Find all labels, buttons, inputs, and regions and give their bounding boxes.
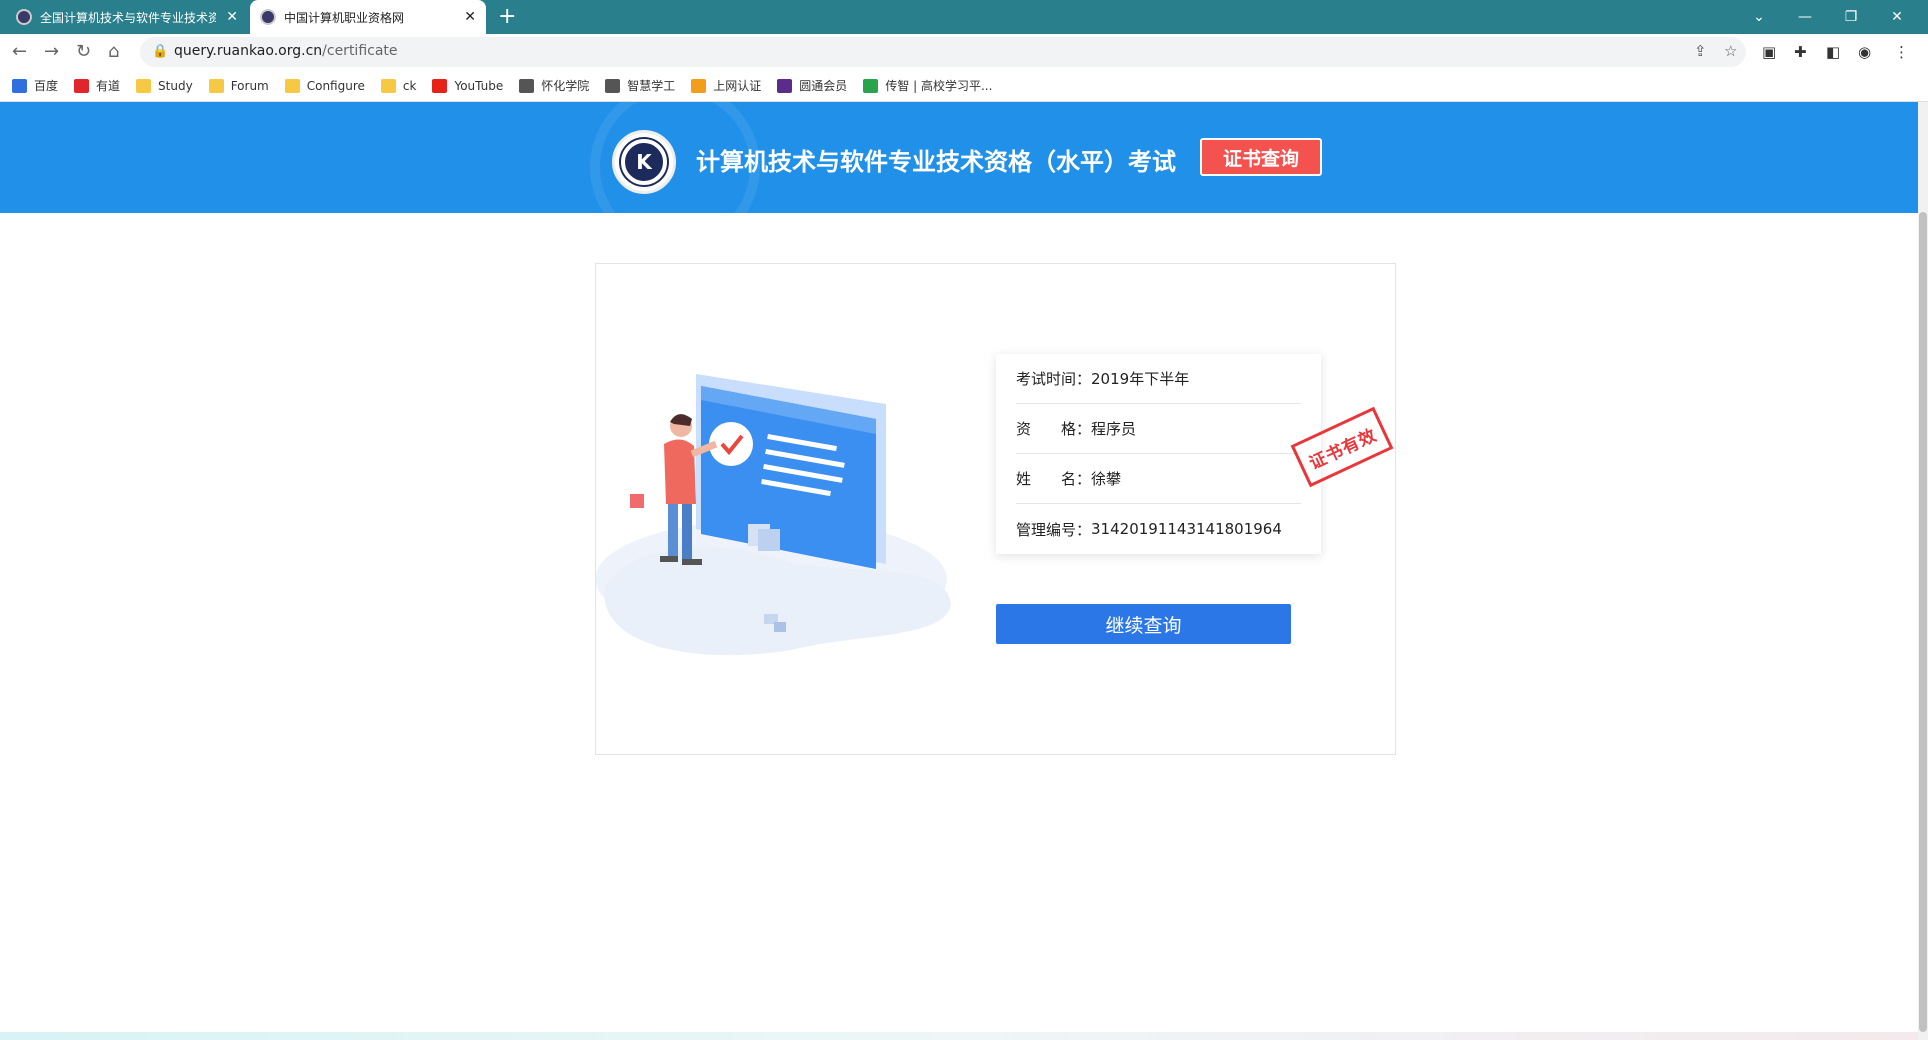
continue-query-button[interactable]: 继续查询 bbox=[996, 604, 1291, 644]
minimize-button[interactable]: — bbox=[1782, 0, 1828, 34]
management-no-value: 31420191143141801964 bbox=[1091, 520, 1282, 538]
site-header: K 计算机技术与软件专业技术资格（水平）考试 证书查询 bbox=[0, 102, 1918, 213]
certificate-result-card: 考试时间： 2019年下半年 资 格： 程序员 姓 名： 徐攀 管理编号： 314201… bbox=[595, 263, 1396, 755]
bookmark-label: 怀化学院 bbox=[541, 79, 590, 93]
bookmark-label: 智慧学工 bbox=[627, 79, 676, 93]
bookmark-label: 有道 bbox=[96, 79, 121, 93]
bookmark-item[interactable]: YouTube bbox=[432, 78, 504, 93]
tab-title: 中国计算机职业资格网 bbox=[284, 10, 405, 25]
url-path: /certificate bbox=[322, 43, 398, 59]
close-tab-icon[interactable]: ✕ bbox=[464, 9, 476, 25]
bottom-gradient-bar bbox=[0, 1032, 1918, 1040]
scrollbar-thumb[interactable] bbox=[1919, 212, 1927, 1032]
bookmark-item[interactable]: 圆通会员 bbox=[777, 77, 847, 94]
bookmark-label: 圆通会员 bbox=[799, 79, 848, 93]
home-icon[interactable]: ⌂ bbox=[108, 42, 119, 62]
bookmark-icon bbox=[777, 78, 793, 93]
person-screen-illustration bbox=[596, 374, 951, 656]
bookmark-item[interactable]: ck bbox=[380, 78, 417, 93]
share-icon[interactable]: ⇪ bbox=[1694, 42, 1707, 60]
puzzle-icon[interactable]: ✚ bbox=[1794, 43, 1807, 61]
reload-icon[interactable]: ↻ bbox=[76, 42, 91, 62]
profile-avatar[interactable]: ◉ bbox=[1858, 43, 1871, 61]
bookmark-icon bbox=[691, 78, 707, 93]
site-favicon-icon bbox=[16, 9, 32, 25]
bookmark-label: Forum bbox=[230, 78, 269, 93]
bookmark-label: Configure bbox=[306, 78, 365, 93]
url-text: query.ruankao.org.cn/certificate bbox=[174, 43, 398, 59]
bookmark-label: YouTube bbox=[454, 78, 504, 93]
bookmark-icon bbox=[284, 78, 300, 93]
bookmarks-bar: 百度 有道 Study Forum Configure ck YouTube 怀化学院 智慧学工… bbox=[0, 70, 1928, 102]
bookmark-icon bbox=[136, 78, 152, 93]
back-icon[interactable]: ← bbox=[12, 42, 27, 62]
site-title: 计算机技术与软件专业技术资格（水平）考试 bbox=[696, 148, 1176, 176]
tab-active[interactable]: 中国计算机职业资格网 ✕ bbox=[250, 0, 486, 34]
bookmark-item[interactable]: 上网认证 bbox=[691, 77, 761, 94]
bookmark-item[interactable]: 怀化学院 bbox=[519, 77, 589, 94]
bookmark-label: ck bbox=[402, 78, 417, 93]
bookmark-label: 传智 | 高校学习平... bbox=[885, 79, 993, 93]
bookmark-item[interactable]: Study bbox=[136, 78, 193, 93]
lock-icon[interactable]: 🔒 bbox=[152, 44, 168, 59]
bookmark-item[interactable]: Configure bbox=[284, 78, 365, 93]
qualification-value: 程序员 bbox=[1091, 420, 1137, 438]
tab-search-icon[interactable]: ⌄ bbox=[1736, 0, 1782, 34]
bookmark-icon bbox=[863, 78, 879, 93]
qualification-label: 资 格： bbox=[1016, 420, 1092, 438]
restore-button[interactable]: ❐ bbox=[1828, 0, 1874, 34]
result-info-box: 考试时间： 2019年下半年 资 格： 程序员 姓 名： 徐攀 管理编号： 314201… bbox=[996, 354, 1321, 554]
exam-time-value: 2019年下半年 bbox=[1091, 370, 1190, 388]
bookmark-icon bbox=[208, 78, 224, 93]
bookmark-item[interactable]: Forum bbox=[208, 78, 269, 93]
menu-icon[interactable]: ⋮ bbox=[1894, 43, 1909, 61]
bookmark-icon bbox=[380, 78, 396, 93]
new-tab-button[interactable]: + bbox=[498, 4, 516, 30]
management-no-label: 管理编号： bbox=[1016, 520, 1092, 539]
qualification-row: 资 格： 程序员 bbox=[1016, 404, 1301, 454]
close-tab-icon[interactable]: ✕ bbox=[226, 9, 238, 25]
url-host: query.ruankao.org.cn bbox=[174, 43, 323, 59]
ruankao-logo: K bbox=[612, 130, 676, 194]
bookmark-icon bbox=[605, 78, 621, 93]
forward-icon[interactable]: → bbox=[44, 42, 59, 62]
address-bar[interactable]: 🔒 query.ruankao.org.cn/certificate ⇪ ☆ bbox=[140, 37, 1746, 67]
name-label: 姓 名： bbox=[1016, 470, 1092, 488]
bookmark-label: 百度 bbox=[34, 79, 59, 93]
close-window-button[interactable]: ✕ bbox=[1874, 0, 1920, 34]
management-no-row: 管理编号： 31420191143141801964 bbox=[1016, 504, 1301, 554]
browser-toolbar: ← → ↻ ⌂ 🔒 query.ruankao.org.cn/certifica… bbox=[0, 34, 1928, 70]
bookmark-item[interactable]: 有道 bbox=[74, 77, 120, 94]
bookmark-item[interactable]: 传智 | 高校学习平... bbox=[863, 77, 992, 94]
name-value: 徐攀 bbox=[1091, 470, 1122, 488]
tab-ruankao[interactable]: 全国计算机技术与软件专业技术资格（水平）考试 ✕ bbox=[6, 0, 248, 34]
name-row: 姓 名： 徐攀 bbox=[1016, 454, 1301, 504]
bookmark-item[interactable]: 百度 bbox=[12, 77, 58, 94]
bookmark-item[interactable]: 智慧学工 bbox=[605, 77, 675, 94]
tab-strip: 全国计算机技术与软件专业技术资格（水平）考试 ✕ 中国计算机职业资格网 ✕ + … bbox=[0, 0, 1928, 34]
bookmark-icon bbox=[12, 78, 27, 93]
bookmark-icon bbox=[74, 78, 90, 93]
logo-letter: K bbox=[621, 139, 667, 185]
tab-title: 全国计算机技术与软件专业技术资格（水平）考试 bbox=[40, 10, 217, 25]
exam-time-row: 考试时间： 2019年下半年 bbox=[1016, 354, 1301, 404]
site-favicon-icon bbox=[260, 9, 276, 25]
cert-query-button[interactable]: 证书查询 bbox=[1200, 138, 1322, 176]
extension-icon[interactable]: ▣ bbox=[1762, 43, 1776, 61]
side-panel-icon[interactable]: ◧ bbox=[1826, 43, 1840, 61]
bookmark-label: Study bbox=[158, 78, 193, 93]
bookmark-star-icon[interactable]: ☆ bbox=[1724, 42, 1737, 60]
bookmark-icon bbox=[432, 78, 448, 93]
page-scrollbar[interactable] bbox=[1918, 102, 1928, 1040]
exam-time-label: 考试时间： bbox=[1016, 370, 1092, 388]
bookmark-label: 上网认证 bbox=[713, 79, 762, 93]
bookmark-icon bbox=[519, 78, 535, 93]
